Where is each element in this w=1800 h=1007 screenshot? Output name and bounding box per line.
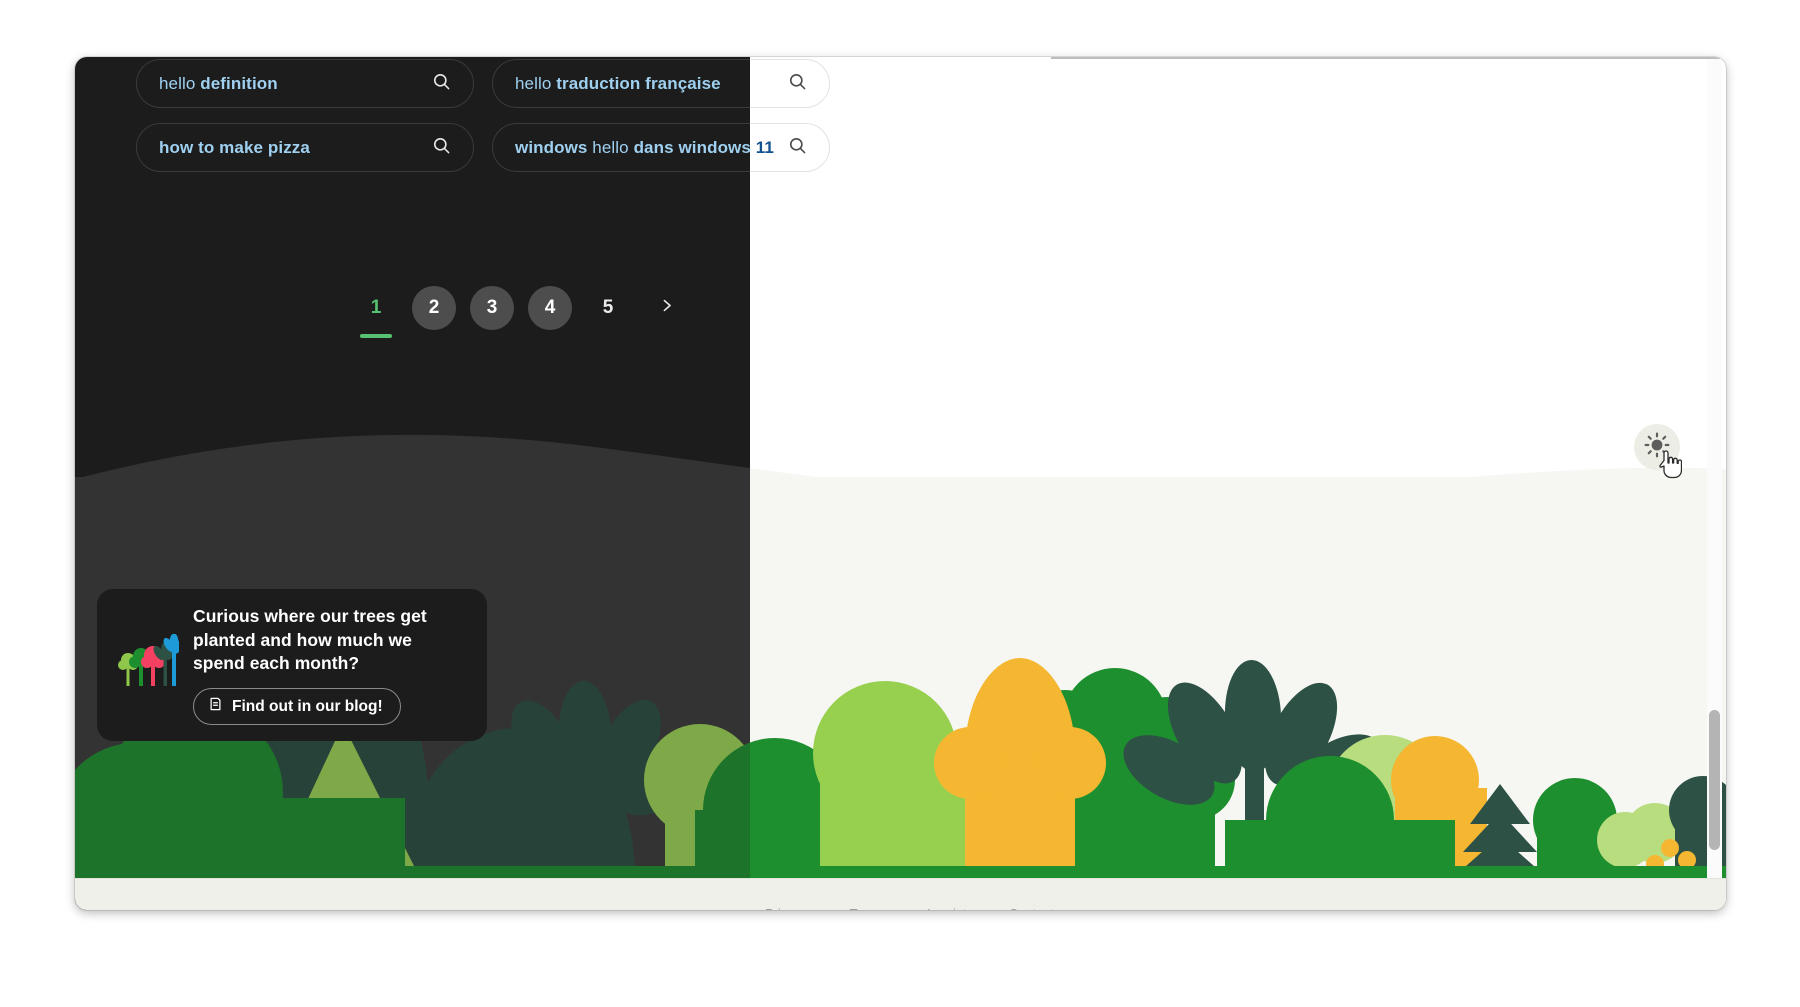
suggestion-text: hello (515, 73, 557, 93)
pagination-label: 4 (528, 286, 572, 330)
suggestion-text: hello (587, 137, 634, 157)
search-icon (432, 136, 451, 160)
search-icon (432, 72, 451, 96)
footer-strip: Privacy Terms Imprint Contact (75, 878, 1726, 910)
suggestion-text-bold: definition (200, 73, 278, 93)
active-page-underline (360, 334, 392, 338)
suggestion-pill[interactable]: how to make pizza (136, 123, 474, 172)
footer-link[interactable]: Imprint (927, 906, 967, 910)
find-out-in-blog-label: Find out in our blog! (232, 697, 383, 715)
pagination-page-4[interactable]: 4 (521, 284, 579, 332)
sun-icon (1644, 432, 1670, 463)
pagination-page-1[interactable]: 1 (347, 284, 405, 338)
pagination-label: 3 (470, 286, 514, 330)
pagination-page-3[interactable]: 3 (463, 284, 521, 332)
footer-link[interactable]: Privacy (765, 906, 808, 910)
suggestion-text-bold: traduction française (556, 73, 721, 93)
chevron-right-icon (658, 297, 675, 320)
blog-promo-body: Curious where our trees get planted and … (193, 605, 467, 726)
footer-links: Privacy Terms Imprint Contact (75, 879, 1726, 910)
footer-link[interactable]: Terms (850, 906, 885, 910)
blog-promo-card[interactable]: Curious where our trees get planted and … (97, 589, 487, 741)
document-icon (208, 696, 223, 717)
browser-window: hello magazine hello hello hello definit… (75, 57, 1726, 910)
search-icon (788, 136, 807, 160)
theme-toggle-button[interactable] (1634, 424, 1680, 470)
suggestion-pill[interactable]: hello definition (136, 59, 474, 108)
pagination-next-button[interactable] (637, 284, 695, 332)
top-divider (1051, 57, 1726, 59)
footer-link[interactable]: Contact (1009, 906, 1054, 910)
pagination-page-5[interactable]: 5 (579, 284, 637, 332)
search-icon (788, 72, 807, 96)
suggestion-text-bold: how to make pizza (159, 137, 310, 157)
pagination-label: 1 (370, 297, 382, 318)
find-out-in-blog-button[interactable]: Find out in our blog! (193, 688, 401, 726)
trees-icon (117, 633, 184, 697)
blog-promo-title: Curious where our trees get planted and … (193, 605, 427, 674)
suggestion-text: hello (159, 73, 201, 93)
vertical-scrollbar-thumb[interactable] (1709, 710, 1720, 850)
pagination-label: 2 (412, 286, 456, 330)
suggestion-text-bold: windows (515, 137, 588, 157)
pagination-label: 5 (602, 297, 614, 318)
pagination-page-2[interactable]: 2 (405, 284, 463, 332)
